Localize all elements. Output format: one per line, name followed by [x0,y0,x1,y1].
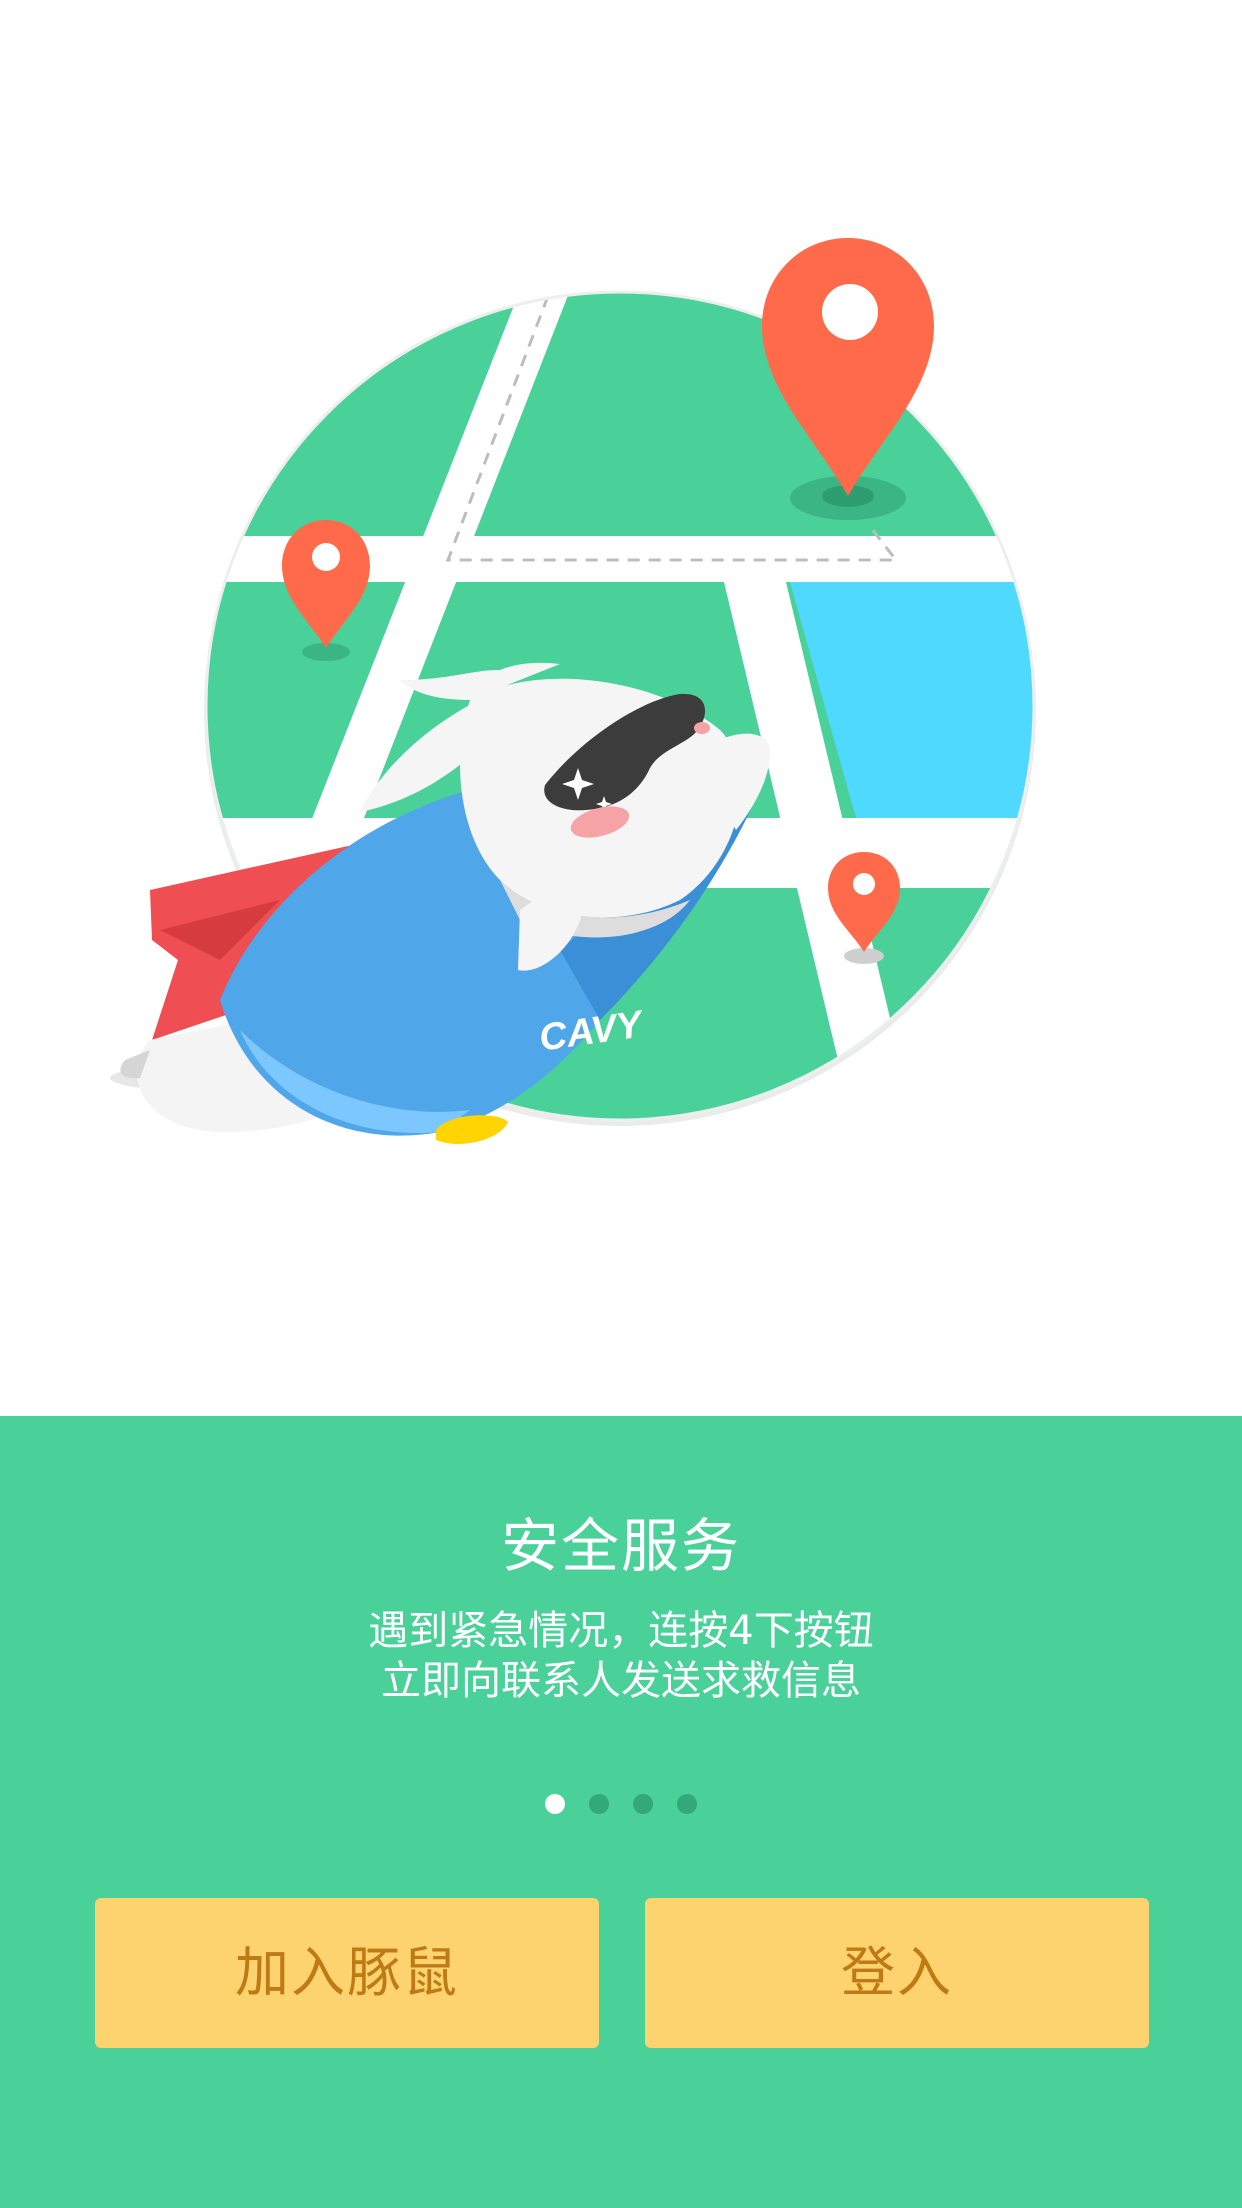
page-indicator [0,1794,1242,1814]
page-dot-3[interactable] [633,1794,653,1814]
onboarding-screen: CAVY 安全服务 遇到紧急情况，连按4下按钮 立即向联系人发送求救信息 加入豚… [0,0,1242,2208]
join-button[interactable]: 加入豚鼠 [95,1898,599,2048]
page-dot-2[interactable] [589,1794,609,1814]
feature-description: 遇到紧急情况，连按4下按钮 立即向联系人发送求救信息 [0,1606,1242,1706]
feature-description-line-1: 遇到紧急情况，连按4下按钮 [368,1608,874,1654]
login-button[interactable]: 登入 [645,1898,1149,2048]
feature-title: 安全服务 [500,1512,741,1580]
page-dot-4[interactable] [677,1794,697,1814]
map-hero-illustration: CAVY [0,0,1242,1416]
feature-description-line-2: 立即向联系人发送求救信息 [381,1658,861,1704]
onboarding-info-panel: 安全服务 遇到紧急情况，连按4下按钮 立即向联系人发送求救信息 加入豚鼠 登入 [0,1416,1242,2208]
page-dot-1[interactable] [545,1794,565,1814]
